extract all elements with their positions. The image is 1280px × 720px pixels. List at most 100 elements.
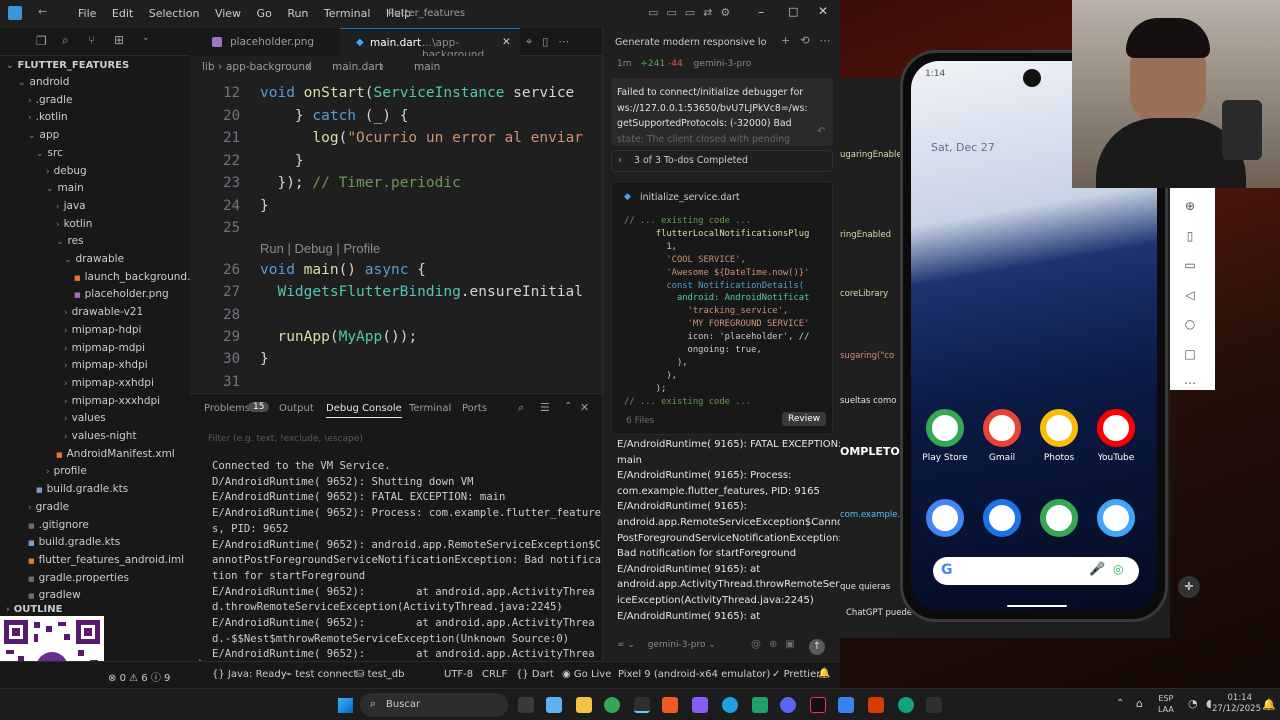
tree-item[interactable]: ■ build.gradle.kts (28, 534, 120, 551)
code-line[interactable]: runApp(MyApp()); (260, 326, 417, 348)
files-count[interactable]: 6 Files (626, 416, 654, 426)
windows-start-icon[interactable] (338, 698, 353, 713)
db-connection[interactable]: ⌁ test connect (286, 669, 357, 680)
code-line[interactable]: void main() async { (260, 259, 426, 281)
search-icon[interactable]: ⌕ (62, 33, 69, 48)
infinity-icon[interactable]: ∞ ⌄ (617, 640, 635, 650)
code-line[interactable]: } (260, 348, 269, 370)
breadcrumb-symbol[interactable]: main (414, 61, 440, 73)
phone-app-icon[interactable] (926, 499, 964, 537)
code-line[interactable]: } (260, 150, 304, 172)
tree-item[interactable]: ⌄ app (28, 127, 59, 144)
tree-item[interactable]: ⌄ android (18, 74, 69, 91)
network-icon[interactable]: ⌂ (1136, 697, 1143, 710)
tree-item[interactable]: ■ placeholder.png (74, 286, 169, 303)
close-panel-icon[interactable]: ✕ (580, 401, 589, 414)
search-icon[interactable]: ⌕ (518, 401, 524, 415)
editor-actions[interactable]: ⌖▯⋯ (526, 35, 579, 49)
app-icon-youtube[interactable]: YouTube (1084, 409, 1148, 463)
chevron-down-icon[interactable]: ⌄ (142, 33, 150, 43)
menu-run[interactable]: Run (287, 7, 308, 20)
device-status[interactable]: Pixel 9 (android-x64 emulator) (618, 669, 770, 680)
model-selector[interactable]: gemini-3-pro (648, 640, 706, 650)
encoding-status[interactable]: UTF-8 (444, 669, 473, 680)
input-tools[interactable]: @⊕▣ (751, 639, 803, 650)
volume-icon[interactable]: ◖ (1206, 697, 1212, 710)
chat-actions[interactable]: +⟲⋯ (781, 34, 840, 47)
close-tab-icon[interactable]: ✕ (502, 36, 511, 48)
back-arrow-icon[interactable]: ← (38, 5, 47, 18)
clock[interactable]: 01:14 27/12/2025 (1212, 693, 1261, 715)
app-tf-icon[interactable] (868, 697, 884, 713)
source-control-icon[interactable]: ⑂ (88, 33, 95, 47)
tree-item[interactable]: ■launch_background.xml (74, 269, 190, 286)
keyboard-language[interactable]: ESP LAA (1158, 693, 1174, 715)
code-line[interactable]: log("Ocurrio un error al enviar (260, 127, 583, 149)
tree-item[interactable]: ■ gradle.properties (28, 570, 129, 587)
menu-view[interactable]: View (215, 7, 241, 20)
code-line[interactable]: } catch (_) { (260, 105, 409, 127)
discord-icon[interactable] (780, 697, 796, 713)
flutter-app-icon[interactable] (1097, 499, 1135, 537)
explorer-root[interactable]: ⌄ FLUTTER_FEATURES (6, 57, 129, 74)
menu-selection[interactable]: Selection (149, 7, 200, 20)
code-line[interactable]: } (260, 195, 269, 217)
tree-item[interactable]: › gradle (28, 499, 69, 516)
tree-item[interactable]: › mipmap-xhdpi (64, 357, 148, 374)
messages-app-icon[interactable] (983, 499, 1021, 537)
tab-debug-console[interactable]: Debug Console (326, 403, 402, 418)
taskbar-search[interactable]: ⌕ Buscar (360, 693, 508, 717)
java-status[interactable]: {} Java: Ready (212, 669, 287, 680)
google-search-bar[interactable]: G 🎤 ◎ (933, 557, 1139, 585)
tree-item[interactable]: › .gradle (28, 92, 72, 109)
code-line[interactable]: WidgetsFlutterBinding.ensureInitial (260, 281, 583, 303)
emulator-controls[interactable]: ⊕ ▯ ▭ ◁ ○ □ ⋯ (1184, 192, 1196, 399)
maximize-button[interactable]: □ (788, 5, 798, 18)
code-line[interactable]: void onStart(ServiceInstance service (260, 82, 574, 104)
tab-problems[interactable]: Problems (204, 403, 250, 414)
db-name[interactable]: ⛁ test_db (356, 669, 404, 680)
tray-chevron-icon[interactable]: ⌃ (1116, 698, 1124, 709)
app-icon-photos[interactable]: Photos (1027, 409, 1091, 463)
diagnostics[interactable]: ⊗ 0 ⚠ 6 ⓘ 9 (108, 669, 170, 684)
menu-file[interactable]: File (78, 7, 96, 20)
tree-item[interactable]: ⌄ main (46, 180, 84, 197)
send-button[interactable]: ↑ (809, 639, 825, 655)
tree-item[interactable]: › kotlin (56, 216, 92, 233)
tree-item[interactable]: › mipmap-mdpi (64, 340, 145, 357)
tab-terminal[interactable]: Terminal (409, 403, 451, 414)
tree-item[interactable]: ⌄ src (36, 145, 63, 162)
tree-item[interactable]: ⌄ drawable (64, 251, 124, 268)
chrome-icon[interactable] (604, 697, 620, 713)
tree-item[interactable]: › drawable-v21 (64, 304, 143, 321)
vscode-icon[interactable] (838, 697, 854, 713)
tree-item[interactable]: ■ flutter_features_android.iml (28, 552, 184, 569)
console-icon[interactable] (926, 697, 942, 713)
tree-item[interactable]: › mipmap-xxxhdpi (64, 393, 160, 410)
extensions-icon[interactable]: ⊞ (114, 33, 124, 47)
language-status[interactable]: {} Dart (516, 669, 554, 680)
eol-status[interactable]: CRLF (482, 669, 507, 680)
dpad-icon[interactable]: ✛ (1178, 576, 1200, 598)
console-filter-input[interactable]: Filter (e.g. text, !exclude, \escape) (208, 434, 363, 444)
tab-placeholder-png[interactable]: placeholder.png (190, 28, 340, 56)
tiktok-icon[interactable] (810, 697, 826, 713)
go-live-button[interactable]: ◉ Go Live (562, 669, 611, 680)
tree-item[interactable]: › mipmap-hdpi (64, 322, 141, 339)
app-icon[interactable] (692, 697, 708, 713)
task-view-icon[interactable] (518, 697, 534, 713)
github-icon[interactable] (752, 697, 768, 713)
tree-item[interactable]: ■ .gitignore (28, 517, 89, 534)
files-icon[interactable]: ❐ (36, 34, 47, 48)
edge-icon[interactable] (722, 697, 738, 713)
clear-console-icon[interactable]: ☰ (540, 401, 550, 414)
terminal-icon[interactable] (634, 697, 650, 713)
tree-item[interactable]: › java (56, 198, 86, 215)
menu-go[interactable]: Go (257, 7, 272, 20)
tree-item[interactable]: › .kotlin (28, 109, 68, 126)
menu-edit[interactable]: Edit (112, 7, 133, 20)
breadcrumb-lib[interactable]: lib (202, 61, 215, 73)
close-window-button[interactable]: ✕ (818, 4, 828, 18)
undo-icon[interactable]: ↶ (817, 126, 825, 137)
codelens-run-debug[interactable]: Run | Debug | Profile (260, 238, 380, 260)
